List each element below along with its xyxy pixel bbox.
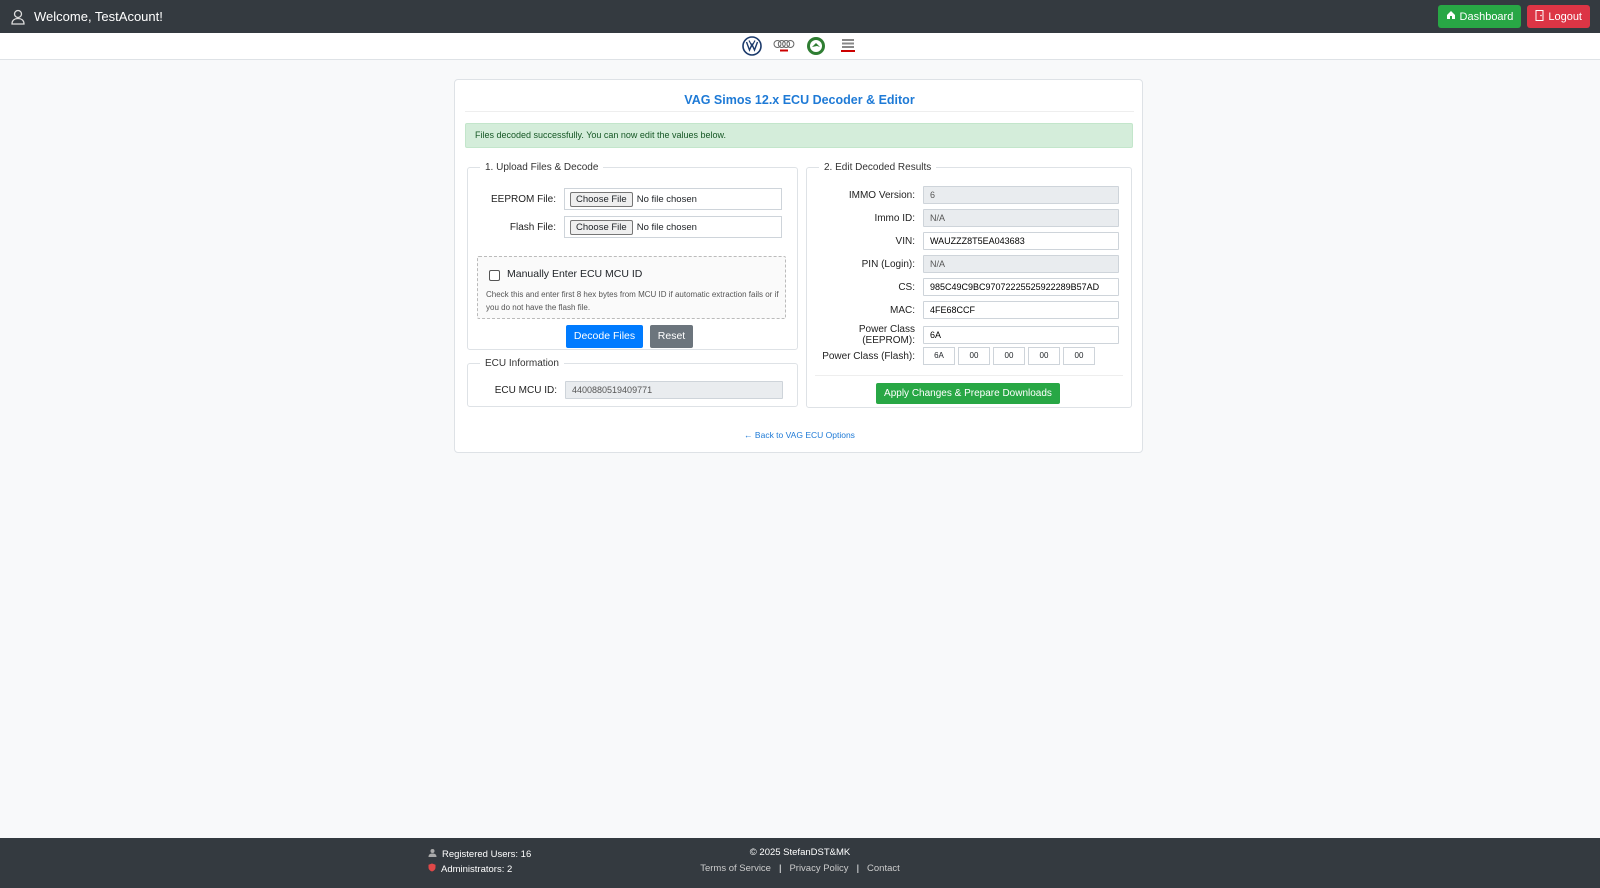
privacy-link[interactable]: Privacy Policy [789,863,848,874]
power-class-eeprom-label: Power Class (EEPROM): [858,324,915,346]
vin-field[interactable]: WAUZZZ8T5EA043683 [923,232,1119,250]
ecu-mcu-label: ECU MCU ID: [494,384,557,396]
logout-label: Logout [1548,10,1582,23]
eeprom-file-input[interactable]: Choose File No file chosen [564,188,782,210]
manual-mcu-checkbox[interactable] [489,270,500,281]
footer-separator: | [856,863,860,874]
logout-button[interactable]: Logout [1527,5,1590,28]
home-icon [1446,10,1456,23]
pin-label: PIN (Login): [861,258,915,270]
immo-id-label: Immo ID: [874,212,915,224]
manual-mcu-label[interactable]: Manually Enter ECU MCU ID [507,268,642,280]
manual-mcu-help: Check this and enter first 8 hex bytes f… [486,290,779,312]
decoder-card: VAG Simos 12.x ECU Decoder & Editor File… [454,79,1143,453]
back-link[interactable]: ← Back to VAG ECU Options [455,430,1144,440]
results-legend: 2. Edit Decoded Results [824,162,932,173]
mac-field[interactable]: 4FE68CCF [923,301,1119,319]
contact-link[interactable]: Contact [867,863,900,874]
success-alert: Files decoded successfully. You can now … [465,123,1133,148]
welcome-text: Welcome, TestAcount! [34,9,163,24]
immo-id-field[interactable]: N/A [923,209,1119,227]
upload-legend: 1. Upload Files & Decode [485,162,599,173]
brand-bar [0,33,1600,60]
eeprom-no-file: No file chosen [636,193,697,205]
copyright: © 2025 StefanDST&MK [749,847,851,858]
results-divider [815,375,1123,376]
power-class-flash-group: 6A 00 00 00 00 [923,347,1095,365]
user-icon [10,9,26,25]
eeprom-label: EEPROM File: [490,193,556,205]
immo-version-label: IMMO Version: [848,189,915,201]
power-class-flash-byte-3[interactable]: 00 [993,347,1025,365]
power-class-flash-byte-1[interactable]: 6A [923,347,955,365]
power-class-eeprom-field[interactable]: 6A [923,326,1119,344]
power-class-flash-byte-5[interactable]: 00 [1063,347,1095,365]
footer-center: © 2025 StefanDST&MK Terms of Service | Pri… [0,847,1600,874]
audi-logo-icon[interactable] [773,36,795,56]
skoda-logo-icon[interactable] [805,36,827,56]
power-class-flash-byte-4[interactable]: 00 [1028,347,1060,365]
apply-changes-button[interactable]: Apply Changes & Prepare Downloads [876,383,1060,404]
mac-label: MAC: [890,304,915,316]
decode-files-button[interactable]: Decode Files [566,325,643,348]
reset-button[interactable]: Reset [650,325,693,348]
door-icon [1535,9,1544,24]
terms-link[interactable]: Terms of Service [700,863,771,874]
immo-version-field[interactable]: 6 [923,186,1119,204]
power-class-flash-label: Power Class (Flash): [822,350,915,362]
seat-logo-icon[interactable] [837,36,859,56]
flash-no-file: No file chosen [636,221,697,233]
ecu-info-fieldset: ECU Information ECU MCU ID: 440088051940… [467,358,798,407]
power-class-flash-byte-2[interactable]: 00 [958,347,990,365]
cs-label: CS: [898,281,915,293]
vw-logo-icon[interactable] [741,36,763,56]
results-fieldset: 2. Edit Decoded Results IMMO Version: 6 … [806,162,1132,408]
flash-label: Flash File: [509,221,556,233]
ecu-info-legend: ECU Information [485,358,559,369]
dashboard-label: Dashboard [1459,10,1514,23]
ecu-mcu-field[interactable]: 4400880519409771 [565,381,783,399]
cs-field[interactable]: 985C49C9BC97072225525922289B57AD [923,278,1119,296]
footer: Registered Users: 16 Administrators: 2 ©… [0,838,1600,888]
footer-separator: | [778,863,782,874]
flash-file-input[interactable]: Choose File No file chosen [564,216,782,238]
vin-label: VIN: [895,235,915,247]
eeprom-choose-button[interactable]: Choose File [570,191,633,207]
manual-mcu-box: Manually Enter ECU MCU ID Check this and… [477,256,786,319]
pin-field[interactable]: N/A [923,255,1119,273]
flash-choose-button[interactable]: Choose File [570,219,633,235]
dashboard-button[interactable]: Dashboard [1437,5,1522,28]
top-navbar: Welcome, TestAcount! Dashboard Logout [0,0,1600,33]
upload-fieldset: 1. Upload Files & Decode EEPROM File: Ch… [467,162,798,350]
page-title: VAG Simos 12.x ECU Decoder & Editor [465,80,1134,112]
